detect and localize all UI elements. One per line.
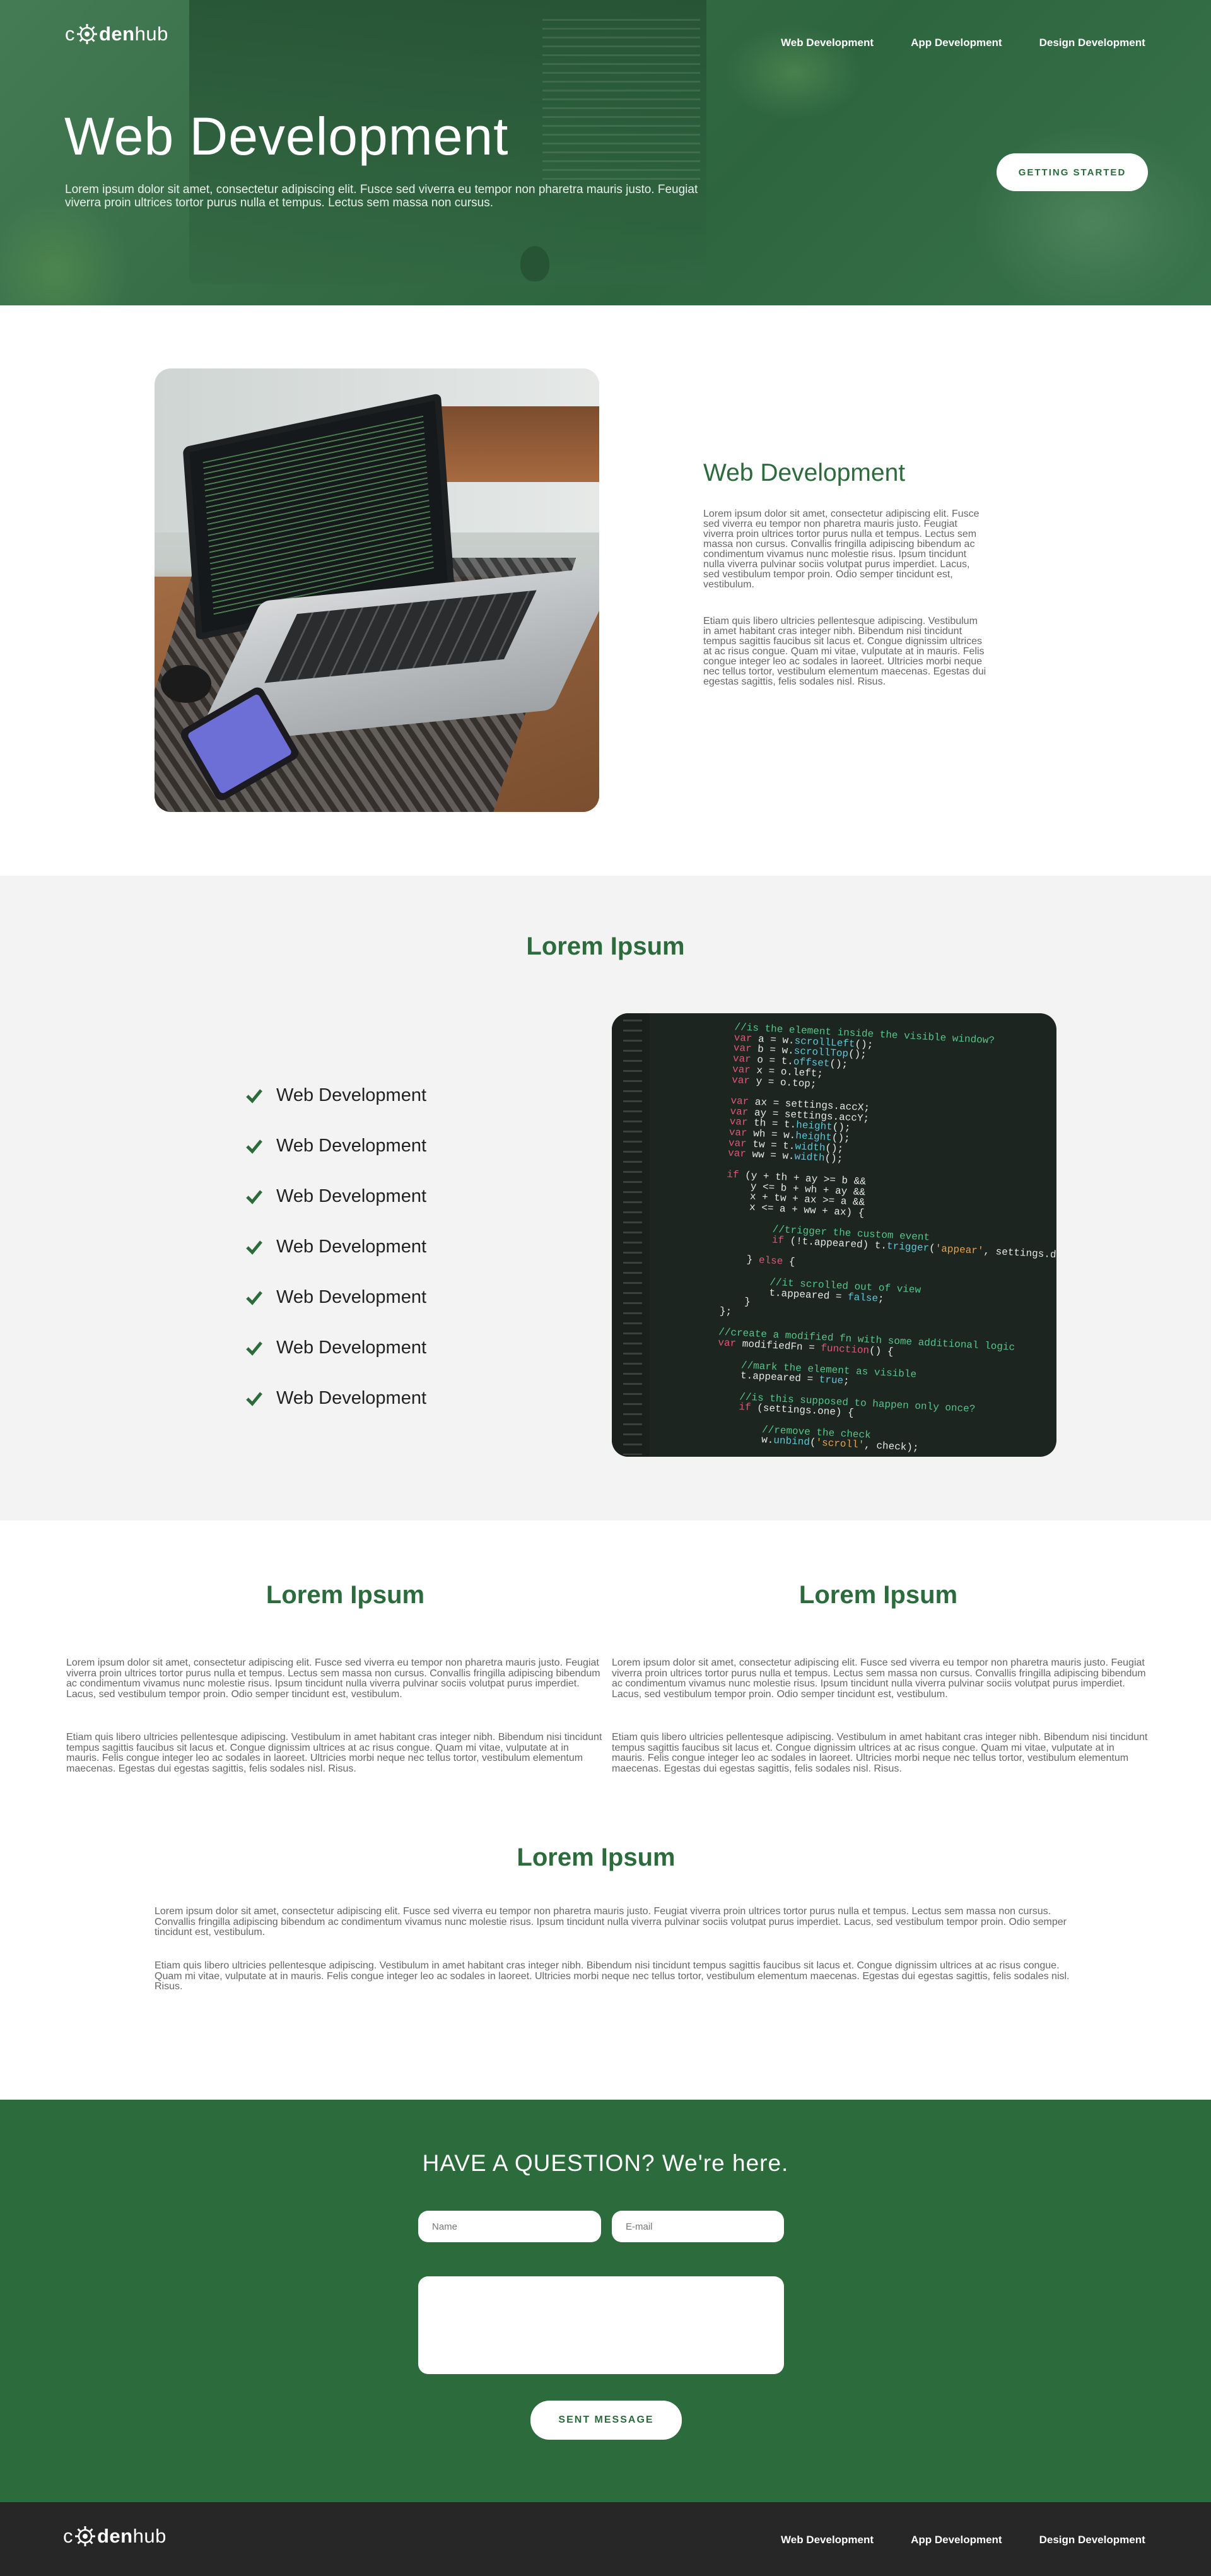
code-screenshot: //is the element inside the visible wind… (612, 1013, 1056, 1457)
list-item-label: Web Development (276, 1387, 427, 1408)
list-item-label: Web Development (276, 1185, 427, 1206)
contact-section: HAVE A QUESTION? We're here. SENT MESSAG… (0, 2100, 1211, 2502)
list-item: Web Development (246, 1171, 426, 1221)
send-message-button[interactable]: SENT MESSAGE (530, 2401, 682, 2440)
two-column-section: Lorem Ipsum Lorem Ipsum Lorem ipsum dolo… (0, 1520, 1211, 1798)
gear-globe-icon (74, 2526, 96, 2547)
column-left-title: Lorem Ipsum (266, 1581, 425, 1609)
footer-logo[interactable]: c den hub (63, 2525, 167, 2548)
email-input[interactable] (612, 2211, 784, 2242)
checkmark-icon (246, 1341, 262, 1356)
features-title: Lorem Ipsum (526, 932, 685, 960)
list-item-label: Web Development (276, 1286, 427, 1307)
laptop-photo (155, 368, 599, 812)
list-item-label: Web Development (276, 1085, 427, 1105)
getting-started-button[interactable]: GETTING STARTED (997, 153, 1148, 191)
message-textarea[interactable] (418, 2276, 784, 2374)
list-item: Web Development (246, 1373, 426, 1423)
column-right-paragraph-1: Lorem ipsum dolor sit amet, consectetur … (612, 1657, 1146, 1700)
checkmark-icon (246, 1291, 262, 1305)
nav-link-design-development[interactable]: Design Development (1039, 37, 1145, 49)
checkmark-icon (246, 1139, 262, 1154)
checkmark-icon (246, 1392, 262, 1406)
column-left-paragraph-2: Etiam quis libero ultricies pellentesque… (66, 1732, 602, 1774)
header-logo[interactable]: c den hub (65, 23, 168, 45)
header-nav: Web Development App Development Design D… (781, 37, 1145, 49)
checkmark-icon (246, 1190, 262, 1204)
contact-title: HAVE A QUESTION? We're here. (422, 2150, 789, 2176)
footer-link-app-development[interactable]: App Development (911, 2534, 1002, 2546)
gear-globe-icon (76, 23, 98, 45)
list-item: Web Development (246, 1322, 426, 1373)
footer-nav: Web Development App Development Design D… (781, 2534, 1145, 2546)
column-right-title: Lorem Ipsum (799, 1581, 958, 1609)
center-paragraph-2: Etiam quis libero ultricies pellentesque… (155, 1960, 1070, 1992)
features-list: Web Development Web Development Web Deve… (246, 1070, 426, 1423)
footer-link-design-development[interactable]: Design Development (1039, 2534, 1145, 2546)
intro-title: Web Development (703, 459, 906, 486)
logo-text-suffix: hub (132, 2525, 167, 2547)
logo-text-bold: den (99, 23, 135, 45)
intro-paragraph-2: Etiam quis libero ultricies pellentesque… (703, 616, 986, 687)
hero-section: c den hub Web Development App Developmen… (0, 0, 1211, 305)
list-item: Web Development (246, 1120, 426, 1171)
list-item-label: Web Development (276, 1337, 427, 1358)
list-item: Web Development (246, 1221, 426, 1272)
logo-text-prefix: c (65, 23, 75, 45)
checkmark-icon (246, 1240, 262, 1255)
column-left-paragraph-1: Lorem ipsum dolor sit amet, consectetur … (66, 1657, 600, 1700)
logo-text-suffix: hub (134, 23, 168, 45)
logo-text-bold: den (97, 2525, 133, 2547)
nav-link-web-development[interactable]: Web Development (781, 37, 874, 49)
intro-section: Web Development Lorem ipsum dolor sit am… (0, 305, 1211, 876)
intro-paragraph-1: Lorem ipsum dolor sit amet, consectetur … (703, 509, 980, 590)
checkmark-icon (246, 1089, 262, 1103)
list-item: Web Development (246, 1272, 426, 1322)
center-title: Lorem Ipsum (517, 1844, 676, 1871)
center-paragraph-1: Lorem ipsum dolor sit amet, consectetur … (155, 1906, 1067, 1938)
hero-title: Web Development (64, 107, 509, 166)
column-right-paragraph-2: Etiam quis libero ultricies pellentesque… (612, 1732, 1148, 1774)
nav-link-app-development[interactable]: App Development (911, 37, 1002, 49)
list-item: Web Development (246, 1070, 426, 1120)
logo-text-prefix: c (63, 2525, 73, 2547)
list-item-label: Web Development (276, 1236, 427, 1257)
list-item-label: Web Development (276, 1135, 427, 1156)
hero-lead-text: Lorem ipsum dolor sit amet, consectetur … (65, 183, 698, 209)
features-section: Lorem Ipsum Web Development Web Developm… (0, 876, 1211, 1520)
footer: c den hub Web Development App Developmen… (0, 2502, 1211, 2576)
name-input[interactable] (418, 2211, 601, 2242)
center-text-section: Lorem Ipsum Lorem ipsum dolor sit amet, … (0, 1798, 1211, 2100)
footer-link-web-development[interactable]: Web Development (781, 2534, 874, 2546)
